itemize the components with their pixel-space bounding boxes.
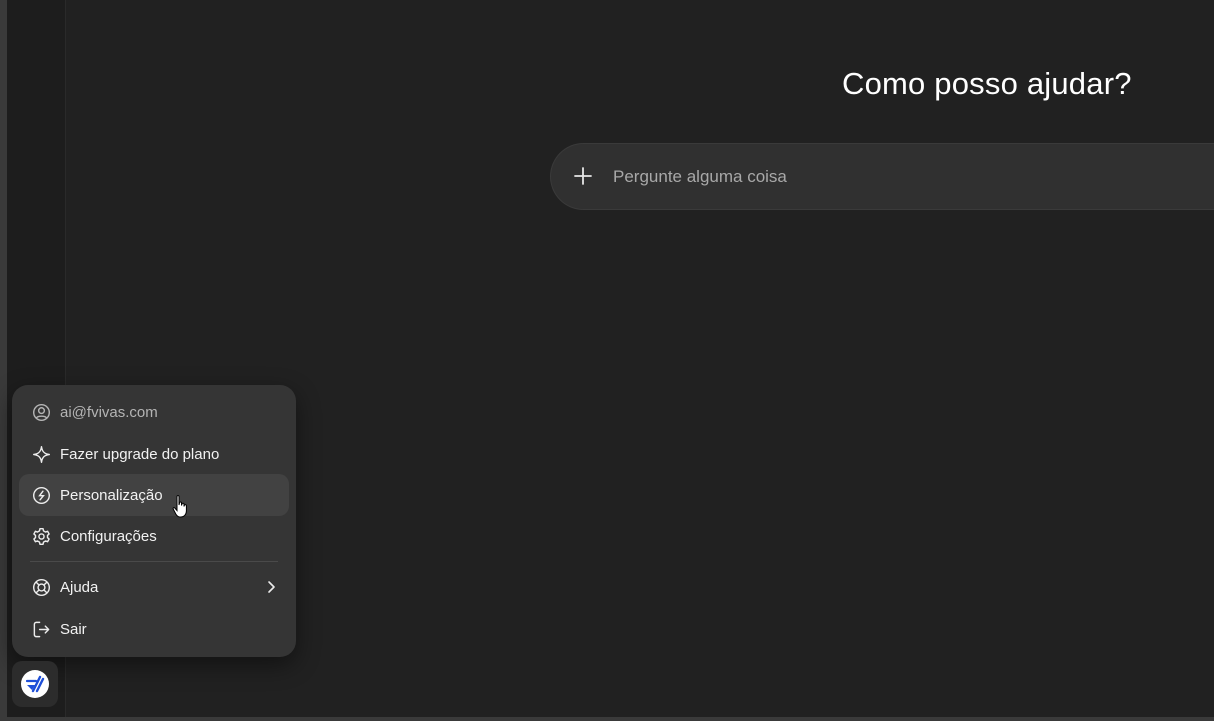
prompt-input[interactable] xyxy=(611,162,1214,192)
menu-item-label: Fazer upgrade do plano xyxy=(60,445,220,463)
logout-icon xyxy=(31,619,51,639)
sparkle-icon xyxy=(31,444,51,464)
menu-item-label: Configurações xyxy=(60,527,157,545)
page-heading: Como posso ajudar? xyxy=(842,66,1132,101)
menu-item-personalization[interactable]: Personalização xyxy=(19,474,289,516)
gear-icon xyxy=(31,526,51,546)
menu-item-settings[interactable]: Configurações xyxy=(19,515,289,557)
menu-item-label: Personalização xyxy=(60,486,163,504)
brand-logo-icon xyxy=(25,675,45,693)
personalization-icon xyxy=(31,485,51,505)
add-attachment-icon[interactable] xyxy=(571,164,595,188)
menu-item-label: Sair xyxy=(60,620,87,638)
menu-item-help[interactable]: Ajuda xyxy=(19,566,289,608)
account-menu: ai@fvivas.com Fazer upgrade do plano Per… xyxy=(12,385,296,657)
menu-divider xyxy=(30,561,278,562)
lifebuoy-icon xyxy=(31,577,51,597)
menu-item-label: Ajuda xyxy=(60,578,99,596)
avatar xyxy=(21,670,49,698)
user-circle-icon xyxy=(31,402,51,422)
menu-item-logout[interactable]: Sair xyxy=(19,608,289,650)
composer xyxy=(551,144,1214,209)
account-email: ai@fvivas.com xyxy=(60,403,158,421)
account-avatar-button[interactable] xyxy=(12,661,58,707)
window-left-edge xyxy=(0,0,7,721)
chevron-right-icon xyxy=(263,578,279,596)
menu-item-upgrade-plan[interactable]: Fazer upgrade do plano xyxy=(19,433,289,475)
window-bottom-edge xyxy=(0,717,1214,721)
account-email-row: ai@fvivas.com xyxy=(19,391,289,433)
